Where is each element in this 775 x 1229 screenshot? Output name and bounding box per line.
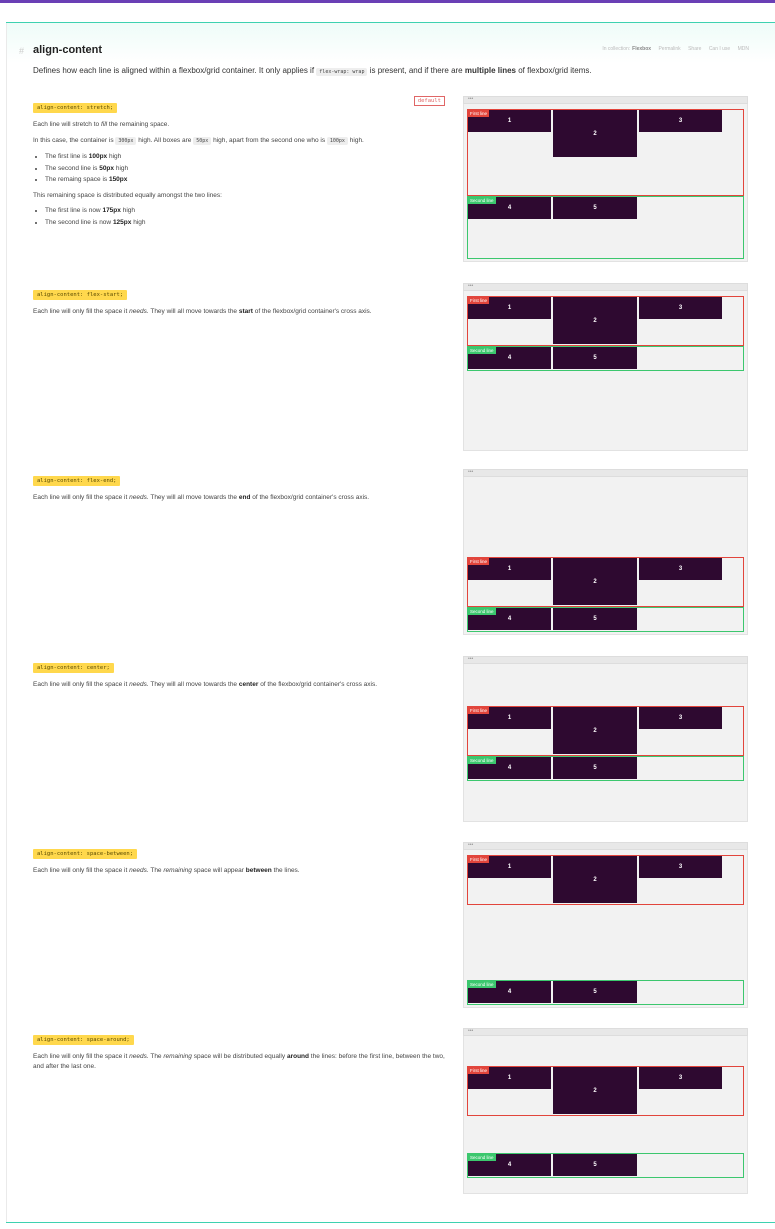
demo-flex-start: ••• First line Second line 1 2 3 4 5 — [463, 283, 748, 451]
value-pill: align-content: space-around; — [33, 1035, 134, 1045]
demo-flex-end: ••• First line Second line 1 2 3 4 5 — [463, 469, 748, 635]
demo-toolbar: ••• — [463, 842, 748, 850]
list-item: The remaing space is 150px — [45, 175, 448, 185]
default-badge: default — [413, 96, 445, 106]
list-item: The first line is 100px high — [45, 152, 448, 162]
section-description: Each line will only fill the space it ne… — [33, 867, 300, 874]
demo-toolbar: ••• — [463, 1028, 748, 1036]
section-description: Each line will only fill the space it ne… — [33, 1053, 445, 1070]
second-line-label: Second line — [468, 608, 496, 615]
flex-item-2: 2 — [553, 297, 637, 344]
first-line-label: First line — [468, 558, 490, 565]
section-description: Each line will only fill the space it ne… — [33, 681, 378, 688]
demo-space-between: ••• First line Second line 1 2 3 4 5 — [463, 842, 748, 1008]
first-line-label: First line — [468, 297, 490, 304]
list-item: The second line is now 125px high — [45, 218, 448, 228]
demo-toolbar: ••• — [463, 96, 748, 104]
property-description: Defines how each line is aligned within … — [33, 66, 592, 76]
section-center: align-content: center; Each line will on… — [33, 656, 448, 690]
first-line-label: First line — [468, 856, 490, 863]
mdn-link[interactable]: MDN — [738, 46, 749, 52]
header-links: In collection: Flexbox Permalink Share Ca… — [596, 46, 749, 52]
value-pill: align-content: center; — [33, 663, 114, 673]
flex-item-3: 3 — [639, 297, 722, 319]
flex-item-5: 5 — [553, 608, 637, 630]
flex-item-2: 2 — [553, 110, 637, 157]
first-line-label: First line — [468, 110, 490, 117]
flex-item-2: 2 — [553, 1067, 637, 1114]
flex-item-3: 3 — [639, 856, 722, 878]
section-description: Each line will only fill the space it ne… — [33, 494, 370, 501]
flex-item-3: 3 — [639, 1067, 722, 1089]
demo-toolbar: ••• — [463, 469, 748, 477]
demo-container: First line Second line 1 2 3 4 5 — [463, 664, 748, 822]
second-line-label: Second line — [468, 197, 496, 204]
section-description: Each line will only fill the space it ne… — [33, 308, 372, 315]
demo-center: ••• First line Second line 1 2 3 4 5 — [463, 656, 748, 822]
first-line-label: First line — [468, 707, 490, 714]
value-pill: align-content: stretch; — [33, 103, 118, 113]
demo-container: First line Second line 1 2 3 4 5 — [463, 104, 748, 262]
demo-toolbar: ••• — [463, 283, 748, 291]
inline-code: flex-wrap: wrap — [316, 68, 368, 76]
demo-container: First line Second line 1 2 3 4 5 — [463, 1036, 748, 1194]
caniuse-link[interactable]: Can I use — [709, 46, 730, 52]
top-accent-bar — [0, 0, 775, 3]
first-line-label: First line — [468, 1067, 490, 1074]
flex-item-3: 3 — [639, 558, 722, 580]
share-link[interactable]: Share — [688, 46, 701, 52]
flex-item-3: 3 — [639, 707, 722, 729]
value-pill: align-content: flex-start; — [33, 290, 128, 300]
flex-item-2: 2 — [553, 856, 637, 903]
flex-item-5: 5 — [553, 981, 637, 1003]
demo-space-around: ••• First line Second line 1 2 3 4 5 — [463, 1028, 748, 1194]
page-title: align-content — [33, 44, 103, 56]
list-item: The first line is now 175px high — [45, 206, 448, 216]
section-flex-start: align-content: flex-start; Each line wil… — [33, 283, 448, 317]
section-flex-end: align-content: flex-end; Each line will … — [33, 469, 448, 503]
value-pill: align-content: space-between; — [33, 849, 138, 859]
flex-item-5: 5 — [553, 197, 637, 219]
flex-item-5: 5 — [553, 1154, 637, 1176]
flex-item-5: 5 — [553, 757, 637, 779]
demo-stretch: ••• First line Second line 1 2 3 4 5 — [463, 96, 748, 262]
permalink-link[interactable]: Permalink — [658, 46, 680, 52]
section-space-between: align-content: space-between; Each line … — [33, 842, 448, 876]
demo-container: First line Second line 1 2 3 4 5 — [463, 477, 748, 635]
demo-container: First line Second line 1 2 3 4 5 — [463, 850, 748, 1008]
collection-link[interactable]: Flexbox — [632, 46, 651, 52]
flex-item-5: 5 — [553, 347, 637, 369]
list-item: The second line is 50px high — [45, 164, 448, 174]
second-line-label: Second line — [468, 1154, 496, 1161]
anchor-hash-icon[interactable]: # — [19, 46, 24, 56]
card-bottom-border — [6, 1222, 775, 1223]
second-line-label: Second line — [468, 757, 496, 764]
demo-toolbar: ••• — [463, 656, 748, 664]
flex-item-2: 2 — [553, 558, 637, 605]
flex-item-3: 3 — [639, 110, 722, 132]
collection-label: In collection: — [602, 46, 631, 52]
value-pill: align-content: flex-end; — [33, 476, 121, 486]
section-space-around: align-content: space-around; Each line w… — [33, 1028, 448, 1071]
second-line-label: Second line — [468, 347, 496, 354]
section-stretch: align-content: stretch; default Each lin… — [33, 96, 448, 233]
section-description: Each line will stretch to fill the remai… — [33, 120, 448, 227]
demo-container: First line Second line 1 2 3 4 5 — [463, 291, 748, 451]
second-line-label: Second line — [468, 981, 496, 988]
flex-item-2: 2 — [553, 707, 637, 754]
